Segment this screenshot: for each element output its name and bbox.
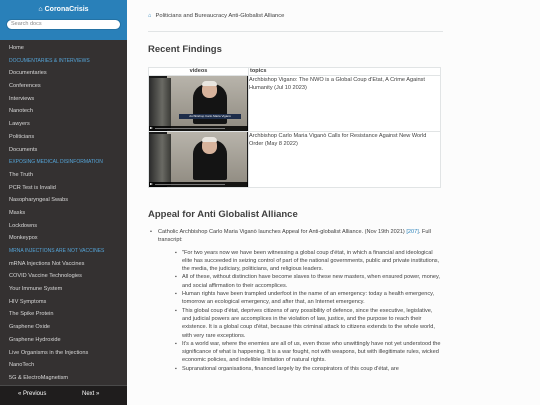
brand-label: CoronaCrisis [44,6,89,13]
column-header-topics: topics [248,67,441,76]
sidebar-item-hiv-symptoms[interactable]: HIV Symptoms [0,296,127,309]
sidebar-item-graphene-oxide[interactable]: Graphene Oxide [0,321,127,334]
sidebar-item-the-spike-protein[interactable]: The Spike Protein [0,308,127,321]
sidebar-item-nasopharyngeal-swabs[interactable]: Nasopharyngeal Swabs [0,194,127,207]
video-cell [148,131,249,188]
sidebar-item-lawyers[interactable]: Lawyers [0,118,127,131]
sidebar-item-monkeypox[interactable]: Monkeypox [0,232,127,245]
table-row: Archbishop Carlo Maria Viganò Archbishop… [148,75,441,132]
sidebar-item-documents[interactable]: Documents [0,144,127,157]
next-button[interactable]: Next » [82,391,99,397]
sidebar-item-interviews[interactable]: Interviews [0,93,127,106]
transcript-list: "For two years now we have been witnessi… [158,249,443,374]
video-cell: Archbishop Carlo Maria Viganò [148,75,249,132]
breadcrumb-label: Politicians and Bureaucracy Anti-Globali… [155,13,285,19]
table-header-row: videos topics [148,67,441,76]
sidebar-item-masks[interactable]: Masks [0,207,127,220]
video-thumbnail[interactable] [149,132,248,187]
sidebar: ⌂ CoronaCrisis Search docs Home DOCUMENTAR… [0,0,127,405]
reference-link[interactable]: [207] [406,229,418,235]
video-banner: Archbishop Carlo Maria Viganò [179,114,241,119]
sidebar-item-conferences[interactable]: Conferences [0,80,127,93]
play-icon[interactable] [150,183,153,185]
main-content: ⌂ Politicians and Bureaucracy Anti-Global… [127,0,540,405]
sidebar-item-politicians[interactable]: Politicians [0,131,127,144]
home-icon: ⌂ [38,6,43,13]
appeal-heading: Appeal for Anti Globalist Alliance [148,209,298,220]
play-icon[interactable] [150,127,153,129]
findings-table: videos topics Archbishop Carlo Maria Vig… [148,67,441,188]
sidebar-footer: « Previous Next » [0,385,127,405]
transcript-item: Supranational organisations, financed la… [175,365,443,374]
video-thumbnail[interactable]: Archbishop Carlo Maria Viganò [149,76,248,131]
sidebar-item-documentaries[interactable]: Documentaries [0,67,127,80]
sidebar-item-live-organisms-in-the-injections[interactable]: Live Organisms in the Injections [0,347,127,360]
transcript-item: "For two years now we have been witnessi… [175,249,443,274]
divider [148,31,443,32]
sidebar-item-graphene-hydroxide[interactable]: Graphene Hydroxide [0,334,127,347]
brand-link[interactable]: ⌂ CoronaCrisis [0,4,127,16]
sidebar-caption-documentaries-interviews: DOCUMENTARIES & INTERVIEWS [9,57,90,64]
sidebar-menu: Home DOCUMENTARIES & INTERVIEWS Documentar… [0,42,127,385]
transcript-item: All of these, without distinction have b… [175,273,443,290]
sidebar-item-nanotech[interactable]: Nanotech [0,105,127,118]
appeal-body: Catholic Archbishop Carlo Maria Viganò l… [148,228,443,373]
sidebar-item-mrna-injections-not-vaccines[interactable]: mRNA Injections Not Vaccines [0,258,127,271]
search-input[interactable]: Search docs [6,19,121,30]
sidebar-item-your-immune-system[interactable]: Your Immune System [0,283,127,296]
list-item: Catholic Archbishop Carlo Maria Viganò l… [148,228,443,373]
home-icon[interactable]: ⌂ [148,13,152,19]
intro-text: Catholic Archbishop Carlo Maria Viganò l… [158,229,407,235]
column-header-videos: videos [148,67,249,76]
recent-findings-heading: Recent Findings [148,44,222,55]
sidebar-item-covid-vaccine-technologies[interactable]: COVID Vaccine Technologies [0,270,127,283]
sidebar-header: ⌂ CoronaCrisis Search docs [0,0,127,40]
sidebar-caption-exposing-medical-disinformation: EXPOSING MEDICAL DISINFORMATION [9,159,103,166]
sidebar-item-pcr-test-is-invalid[interactable]: PCR Test is Invalid [0,182,127,195]
sidebar-item-home[interactable]: Home [0,42,127,55]
sidebar-item-the-truth[interactable]: The Truth [0,169,127,182]
topic-cell: Archbishop Vigano: The NWO is a Global C… [248,75,441,132]
sidebar-item-lockdowns[interactable]: Lockdowns [0,220,127,233]
topic-cell: Archbishop Carlo Maria Viganò Calls for … [248,131,441,188]
sidebar-caption-mrna-injections-are-not-vaccines: MRNA INJECTIONS ARE NOT VACCINES [9,248,105,254]
sidebar-item-nanotech[interactable]: NanoTech [0,359,127,372]
previous-button[interactable]: « Previous [18,391,46,397]
transcript-item: Human rights have been trampled underfoo… [175,290,443,307]
sidebar-item-5g-electromagnetism[interactable]: 5G & ElectroMagnetism [0,372,127,385]
transcript-item: It's a world war, where the enemies are … [175,340,443,365]
table-row: Archbishop Carlo Maria Viganò Calls for … [148,131,441,188]
breadcrumb: ⌂ Politicians and Bureaucracy Anti-Global… [148,13,284,19]
transcript-item: This global coup d'état, deprives citize… [175,307,443,340]
